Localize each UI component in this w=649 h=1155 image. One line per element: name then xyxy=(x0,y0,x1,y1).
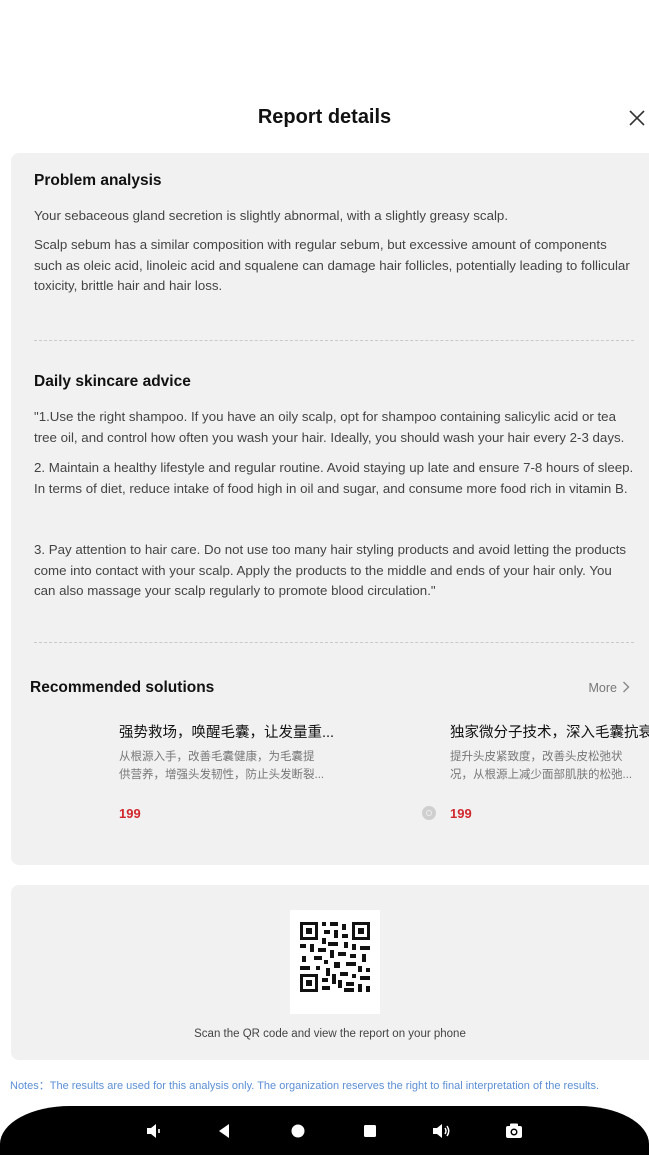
product-description: 从根源入手，改善毛囊健康，为毛囊提 供营养，增强头发韧性，防止头发断裂... xyxy=(119,748,334,784)
chevron-right-icon xyxy=(622,681,630,696)
product-description-line: 提升头皮紧致度，改善头皮松弛状 xyxy=(450,751,623,763)
carousel-indicator-icon xyxy=(422,806,436,820)
notes-text: Notes：The results are used for this anal… xyxy=(10,1080,599,1092)
recent-apps-icon[interactable] xyxy=(359,1120,381,1142)
page-title: Report details xyxy=(257,106,392,128)
product-price: 199 xyxy=(119,806,141,821)
skincare-advice-heading: Daily skincare advice xyxy=(34,373,191,390)
product-description: 提升头皮紧致度，改善头皮松弛状 况，从根源上减少面部肌肤的松弛... xyxy=(450,748,649,784)
volume-up-icon[interactable] xyxy=(430,1120,452,1142)
screenshot-camera-icon[interactable] xyxy=(503,1120,525,1142)
advice-item-1: "1.Use the right shampoo. If you have an… xyxy=(34,409,625,445)
recommended-solutions-heading: Recommended solutions xyxy=(30,679,215,696)
home-icon[interactable] xyxy=(287,1120,309,1142)
product-description-line: 从根源入手，改善毛囊健康，为毛囊提 xyxy=(119,751,315,763)
more-link[interactable]: More xyxy=(589,681,630,696)
product-description-line: 供营养，增强头发韧性，防止头发断裂... xyxy=(119,769,325,781)
back-icon[interactable] xyxy=(214,1120,236,1142)
problem-analysis-detail: Scalp sebum has a similar composition wi… xyxy=(34,237,630,293)
product-price: 199 xyxy=(450,806,472,821)
advice-item-2: 2. Maintain a healthy lifestyle and regu… xyxy=(34,460,634,496)
problem-analysis-summary: Your sebaceous gland secretion is slight… xyxy=(34,208,509,223)
product-description-line: 况，从根源上减少面部肌肤的松弛... xyxy=(450,769,633,781)
product-card[interactable]: 独家微分子技术，深入毛囊抗衰 提升头皮紧致度，改善头皮松弛状 况，从根源上减少面… xyxy=(450,721,649,821)
page-header: Report details xyxy=(0,100,649,140)
qr-caption: Scan the QR code and view the report on … xyxy=(194,1028,466,1040)
volume-down-icon[interactable] xyxy=(143,1120,165,1142)
more-label: More xyxy=(588,681,617,695)
product-title: 强势救场，唤醒毛囊，让发量重... xyxy=(119,725,335,741)
close-icon[interactable] xyxy=(625,106,649,130)
report-card: Problem analysis Your sebaceous gland se… xyxy=(11,153,649,865)
problem-analysis-heading: Problem analysis xyxy=(34,172,162,189)
advice-item-3: 3. Pay attention to hair care. Do not us… xyxy=(34,542,627,598)
section-divider xyxy=(34,642,634,643)
product-card[interactable]: 强势救场，唤醒毛囊，让发量重... 从根源入手，改善毛囊健康，为毛囊提 供营养，… xyxy=(119,721,334,821)
qr-code[interactable] xyxy=(290,910,380,1014)
system-navigation-bar xyxy=(0,1106,649,1155)
section-divider xyxy=(34,340,634,341)
qr-card: Scan the QR code and view the report on … xyxy=(11,885,649,1060)
product-title: 独家微分子技术，深入毛囊抗衰 xyxy=(450,725,649,741)
